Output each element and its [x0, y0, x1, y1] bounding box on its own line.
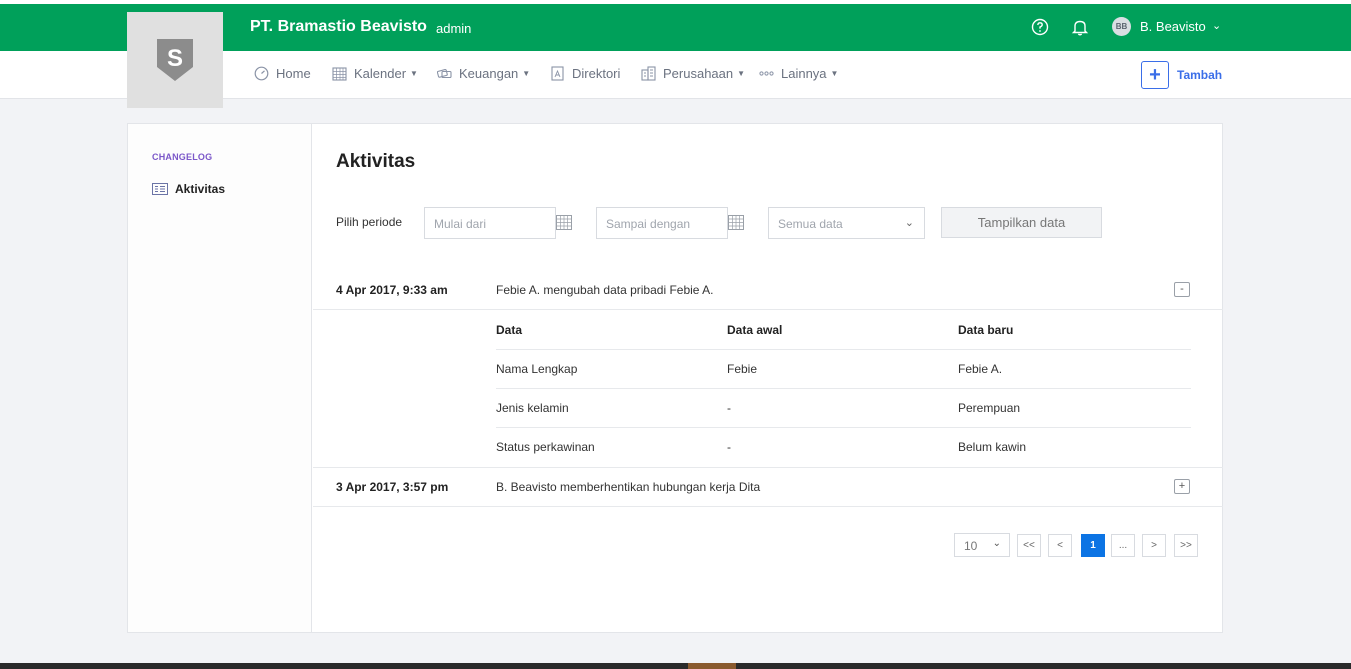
add-button-label[interactable]: Tambah: [1177, 68, 1222, 82]
prev-page-button[interactable]: <: [1048, 534, 1072, 557]
calendar-icon[interactable]: [728, 214, 744, 230]
end-date-input[interactable]: Sampai dengan: [596, 207, 728, 239]
detail-row: Status perkawinan - Belum kawin: [496, 440, 1027, 454]
user-name[interactable]: B. Beavisto: [1140, 19, 1206, 34]
page-button-current[interactable]: 1: [1081, 534, 1105, 557]
sidebar-item-aktivitas[interactable]: Aktivitas: [152, 182, 225, 196]
company-name[interactable]: PT. Bramastio Beavisto: [250, 18, 427, 36]
nav-item-lainnya[interactable]: Lainnya ▼: [759, 66, 838, 81]
caret-down-icon: ▼: [410, 69, 418, 78]
detail-row: Jenis kelamin - Perempuan: [496, 389, 1191, 428]
detail-row: Nama Lengkap Febie Febie A.: [496, 350, 1191, 389]
page-title: Aktivitas: [336, 151, 416, 172]
nav-item-keuangan[interactable]: Keuangan ▼: [437, 66, 530, 81]
log-detail-table: Data Data awal Data baru Nama Lengkap Fe…: [313, 311, 1223, 468]
content-panel: CHANGELOG Aktivitas Aktivitas Pilih peri…: [127, 123, 1223, 633]
chevron-down-icon: ⌄: [992, 538, 1001, 549]
last-page-button[interactable]: >>: [1174, 534, 1198, 557]
collapse-toggle[interactable]: -: [1174, 282, 1190, 297]
detail-header-row: Data Data awal Data baru: [496, 311, 1191, 350]
per-page-select[interactable]: 10 ⌄: [954, 533, 1010, 557]
nav-item-perusahaan[interactable]: Perusahaan ▼: [641, 66, 745, 81]
chevron-down-icon[interactable]: ⌄: [1212, 19, 1221, 32]
activity-list-icon: [152, 183, 168, 195]
caret-down-icon: ▼: [737, 69, 746, 78]
calendar-icon[interactable]: [556, 214, 572, 230]
directory-icon: [550, 66, 565, 81]
dashboard-icon: [254, 66, 269, 81]
svg-text:S: S: [167, 45, 183, 72]
chevron-down-icon: ⌄: [904, 217, 914, 229]
log-row[interactable]: 4 Apr 2017, 9:33 am Febie A. mengubah da…: [313, 271, 1223, 310]
nav-item-home[interactable]: Home: [254, 66, 311, 81]
help-icon[interactable]: [1031, 18, 1049, 36]
notification-bell-icon[interactable]: [1071, 18, 1089, 36]
company-logo[interactable]: S: [127, 12, 223, 108]
log-description: Febie A. mengubah data pribadi Febie A.: [496, 283, 714, 297]
more-icon: [759, 66, 774, 81]
add-button[interactable]: +: [1141, 61, 1169, 89]
nav-item-kalender[interactable]: Kalender ▼: [332, 66, 418, 81]
log-description: B. Beavisto memberhentikan hubungan kerj…: [496, 480, 761, 494]
show-data-button[interactable]: Tampilkan data: [941, 207, 1102, 238]
plus-icon: +: [1149, 63, 1161, 86]
user-avatar[interactable]: BB: [1112, 17, 1131, 36]
log-date: 3 Apr 2017, 3:57 pm: [336, 480, 449, 494]
money-icon: [437, 66, 452, 81]
caret-down-icon: ▼: [830, 69, 839, 78]
data-filter-select[interactable]: Semua data ⌄: [768, 207, 925, 239]
log-date: 4 Apr 2017, 9:33 am: [336, 283, 448, 297]
taskbar-edge: [0, 663, 1351, 669]
sidebar-heading: CHANGELOG: [152, 152, 213, 162]
page-ellipsis: ...: [1111, 534, 1135, 557]
calendar-icon: [332, 66, 347, 81]
first-page-button[interactable]: <<: [1017, 534, 1041, 557]
caret-down-icon: ▼: [522, 69, 531, 78]
log-row[interactable]: 3 Apr 2017, 3:57 pm B. Beavisto memberhe…: [313, 468, 1223, 507]
building-icon: [641, 66, 656, 81]
next-page-button[interactable]: >: [1142, 534, 1166, 557]
nav-item-direktori[interactable]: Direktori: [550, 66, 620, 81]
start-date-input[interactable]: Mulai dari: [424, 207, 556, 239]
shield-logo-icon: S: [157, 39, 193, 81]
sidebar: CHANGELOG Aktivitas: [128, 124, 312, 632]
period-label: Pilih periode: [336, 215, 403, 229]
taskbar-item: [688, 663, 736, 669]
user-role: admin: [436, 21, 472, 36]
expand-toggle[interactable]: +: [1174, 479, 1190, 494]
